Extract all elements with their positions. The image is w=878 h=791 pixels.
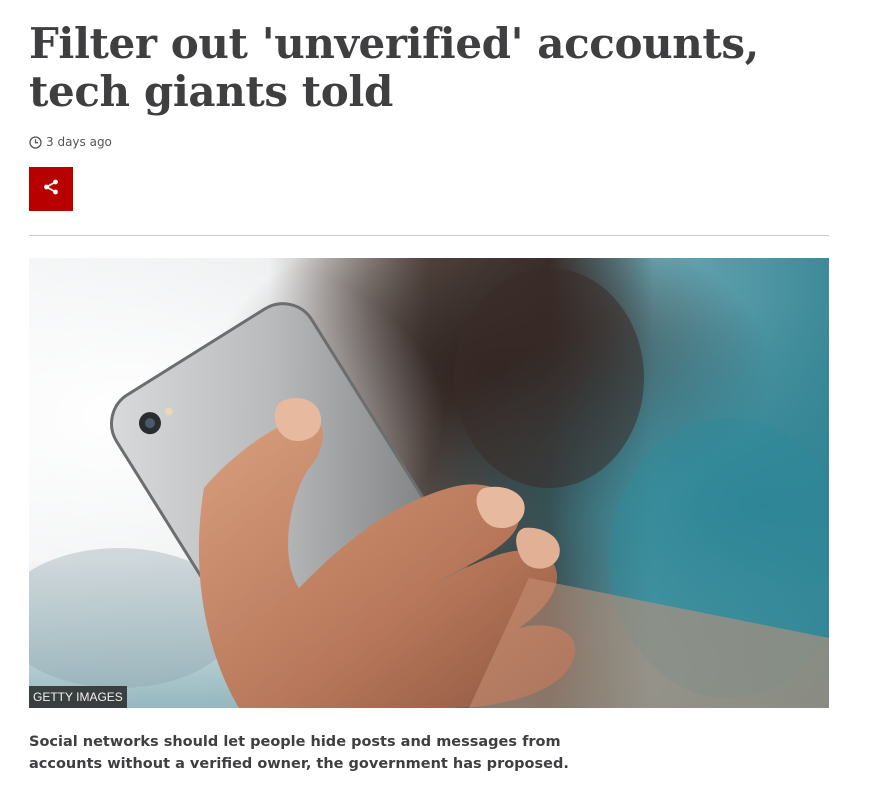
article-standfirst: Social networks should let people hide p… bbox=[29, 734, 569, 772]
divider bbox=[29, 235, 829, 236]
share-button[interactable] bbox=[29, 167, 73, 211]
image-credit: GETTY IMAGES bbox=[29, 686, 127, 708]
article-timestamp: 3 days ago bbox=[29, 134, 829, 150]
share-icon bbox=[42, 178, 60, 200]
timestamp-text: 3 days ago bbox=[46, 135, 112, 149]
article-header: Filter out 'unverified' accounts, tech g… bbox=[29, 0, 829, 236]
article-headline: Filter out 'unverified' accounts, tech g… bbox=[29, 19, 759, 116]
phone-in-hand-photo bbox=[29, 258, 829, 708]
article-image: GETTY IMAGES bbox=[29, 258, 829, 708]
clock-icon bbox=[29, 135, 42, 149]
